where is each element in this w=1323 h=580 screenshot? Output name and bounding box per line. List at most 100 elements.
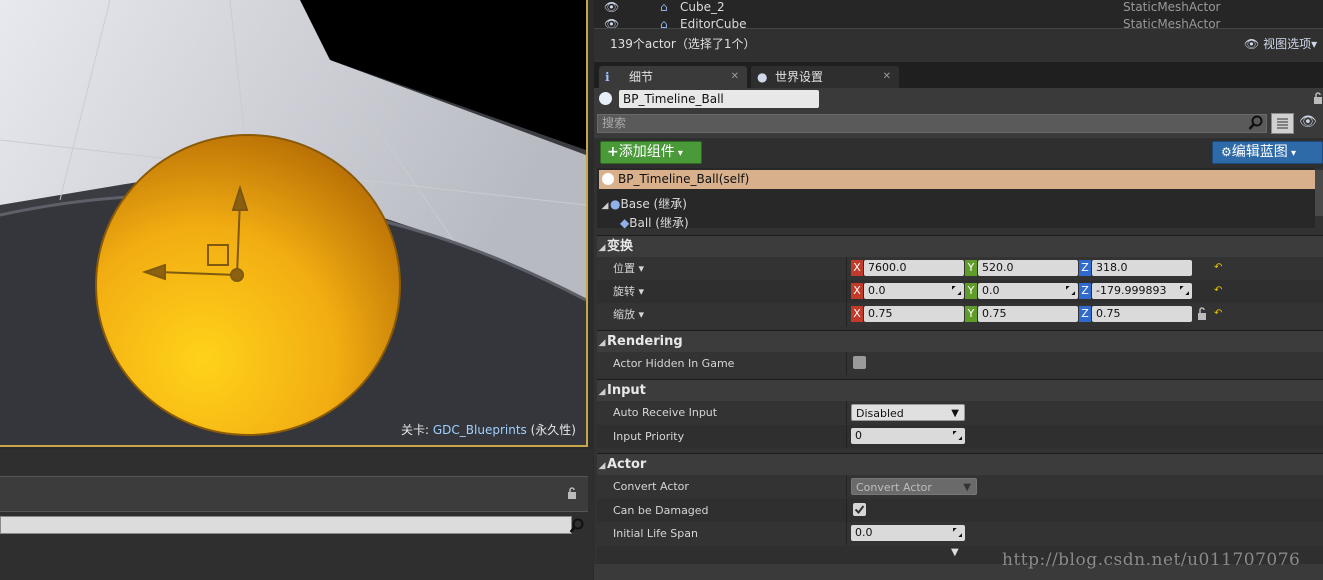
category-rendering[interactable]: ◢ Rendering bbox=[597, 330, 1323, 352]
view-options-label: 视图选项 bbox=[1263, 37, 1312, 51]
column-divider[interactable] bbox=[846, 257, 847, 280]
info-icon: ℹ bbox=[605, 70, 610, 84]
expand-triangle-icon[interactable]: ◢ bbox=[597, 456, 607, 477]
category-actor[interactable]: ◢ Actor bbox=[597, 453, 1323, 475]
location-z-input[interactable]: 318.0 bbox=[1092, 260, 1192, 276]
property-row-initial-life-span: Initial Life Span 0.0 bbox=[597, 522, 1323, 545]
column-divider[interactable] bbox=[846, 499, 847, 522]
left-search-input[interactable] bbox=[0, 516, 572, 534]
property-label[interactable]: 位置 ▾ bbox=[613, 257, 644, 280]
axis-y-label: Y bbox=[965, 306, 977, 322]
close-icon[interactable]: ✕ bbox=[731, 66, 739, 88]
rotation-z-input[interactable]: -179.999893 bbox=[1092, 283, 1192, 299]
scale-x-input[interactable]: 0.75 bbox=[864, 306, 964, 322]
visibility-eye-icon[interactable]: 👁 bbox=[604, 0, 619, 16]
axis-y-label: Y bbox=[965, 260, 977, 276]
dropdown-value: Convert Actor bbox=[856, 481, 932, 494]
property-label: Initial Life Span bbox=[613, 527, 698, 540]
reset-to-default-icon[interactable]: ↶ bbox=[1214, 262, 1224, 274]
column-divider[interactable] bbox=[846, 425, 847, 448]
auto-receive-input-dropdown[interactable]: Disabled ▼ bbox=[851, 404, 965, 421]
search-icon[interactable] bbox=[1248, 115, 1264, 131]
tab-label: 细节 bbox=[629, 70, 654, 84]
expand-triangle-icon[interactable]: ◢ bbox=[597, 333, 607, 354]
can-be-damaged-checkbox[interactable] bbox=[853, 503, 866, 516]
column-divider[interactable] bbox=[846, 475, 847, 498]
spin-arrows-icon[interactable] bbox=[1180, 286, 1189, 295]
location-x-input[interactable]: 7600.0 bbox=[864, 260, 964, 276]
axis-x-label: X bbox=[851, 260, 863, 276]
add-component-label: 添加组件 bbox=[618, 144, 675, 160]
actor-name-field[interactable]: BP_Timeline_Ball bbox=[619, 90, 819, 108]
level-viewport[interactable]: 关卡: GDC_Blueprints (永久性) bbox=[0, 0, 588, 447]
level-suffix: (永久性) bbox=[530, 423, 576, 437]
viewport-scene[interactable] bbox=[0, 0, 586, 445]
category-input[interactable]: ◢ Input bbox=[597, 379, 1323, 401]
convert-actor-dropdown[interactable]: Convert Actor ▼ bbox=[851, 478, 977, 495]
globe-icon: ● bbox=[757, 70, 768, 84]
level-name[interactable]: GDC_Blueprints bbox=[433, 423, 527, 437]
reset-to-default-icon[interactable]: ↶ bbox=[1214, 308, 1224, 320]
location-label: 位置 bbox=[613, 262, 635, 275]
lock-icon[interactable] bbox=[1197, 307, 1207, 321]
column-divider[interactable] bbox=[846, 280, 847, 303]
rotation-x-input[interactable]: 0.0 bbox=[864, 283, 964, 299]
spin-arrows-icon[interactable] bbox=[952, 286, 961, 295]
spin-arrows-icon[interactable] bbox=[1066, 286, 1075, 295]
column-divider[interactable] bbox=[846, 303, 847, 326]
column-divider[interactable] bbox=[846, 352, 847, 375]
category-transform[interactable]: ◢ 变换 bbox=[597, 235, 1323, 257]
property-matrix-button[interactable] bbox=[1271, 113, 1294, 134]
scale-y-input[interactable]: 0.75 bbox=[978, 306, 1078, 322]
lock-icon[interactable] bbox=[1313, 92, 1323, 104]
actor-hidden-checkbox[interactable] bbox=[853, 356, 866, 369]
axis-z-label: Z bbox=[1079, 260, 1091, 276]
outliner-row[interactable]: 👁 ⌂ Cube_2 StaticMeshActor bbox=[604, 0, 1304, 16]
component-base-row[interactable]: ◢ ●Base (继承) bbox=[600, 195, 687, 213]
initial-life-span-input[interactable]: 0.0 bbox=[851, 525, 965, 541]
outliner-row[interactable]: 👁 ⌂ EditorCube StaticMeshActor bbox=[604, 15, 1304, 28]
details-search-input[interactable]: 搜索 bbox=[597, 114, 1267, 133]
add-component-button[interactable]: +添加组件 ▾ bbox=[600, 141, 702, 164]
tab-bar: ℹ 细节 ✕ ● 世界设置 ✕ bbox=[594, 62, 1323, 88]
property-row-scale: 缩放 ▾ X 0.75 Y 0.75 Z 0.75 ↶ bbox=[597, 303, 1323, 326]
property-label[interactable]: 旋转 ▾ bbox=[613, 280, 644, 303]
property-label: Input Priority bbox=[613, 430, 685, 443]
edit-blueprint-button[interactable]: ⚙编辑蓝图 ▾ bbox=[1212, 141, 1323, 164]
chevron-down-icon: ▾ bbox=[638, 285, 645, 298]
view-options-button[interactable]: 👁 视图选项▾ bbox=[1244, 35, 1317, 52]
eye-icon: 👁 bbox=[1244, 37, 1260, 51]
scene-component-icon: ● bbox=[610, 197, 621, 211]
component-tree-scrollbar[interactable] bbox=[1315, 170, 1323, 216]
close-icon[interactable]: ✕ bbox=[883, 66, 891, 88]
component-ball-row[interactable]: ◆Ball (继承) bbox=[620, 214, 689, 232]
reset-to-default-icon[interactable]: ↶ bbox=[1214, 285, 1224, 297]
spin-arrows-icon[interactable] bbox=[953, 431, 962, 440]
tab-world-settings[interactable]: ● 世界设置 ✕ bbox=[751, 66, 899, 88]
scale-z-input[interactable]: 0.75 bbox=[1092, 306, 1192, 322]
property-label[interactable]: 缩放 ▾ bbox=[613, 303, 644, 326]
lock-icon[interactable] bbox=[567, 487, 577, 499]
visibility-eye-icon[interactable]: 👁 bbox=[604, 15, 619, 28]
spin-arrows-icon[interactable] bbox=[953, 528, 962, 537]
chevron-down-icon: ▾ bbox=[638, 308, 645, 321]
expand-triangle-icon[interactable]: ◢ bbox=[597, 382, 607, 403]
rotation-y-input[interactable]: 0.0 bbox=[978, 283, 1078, 299]
search-icon[interactable] bbox=[569, 518, 585, 534]
level-label: 关卡: GDC_Blueprints (永久性) bbox=[401, 421, 576, 438]
axis-x-label: X bbox=[851, 283, 863, 299]
outliner-status-bar: 139个actor（选择了1个） 👁 视图选项▾ bbox=[594, 28, 1323, 59]
chevron-down-icon: ▼ bbox=[963, 482, 971, 493]
expand-triangle-icon[interactable]: ◢ bbox=[597, 238, 607, 259]
component-self-row[interactable]: BP_Timeline_Ball(self) bbox=[599, 170, 1315, 189]
eye-icon[interactable]: 👁 bbox=[1299, 114, 1317, 130]
expand-triangle-icon[interactable]: ◢ bbox=[600, 197, 610, 215]
input-priority-input[interactable]: 0 bbox=[851, 428, 965, 444]
tab-details[interactable]: ℹ 细节 ✕ bbox=[599, 66, 747, 88]
location-y-input[interactable]: 520.0 bbox=[978, 260, 1078, 276]
property-row-auto-receive-input: Auto Receive Input Disabled ▼ bbox=[597, 401, 1323, 424]
axis-x-label: X bbox=[851, 306, 863, 322]
search-placeholder: 搜索 bbox=[602, 116, 627, 130]
column-divider[interactable] bbox=[846, 401, 847, 424]
column-divider[interactable] bbox=[846, 522, 847, 545]
